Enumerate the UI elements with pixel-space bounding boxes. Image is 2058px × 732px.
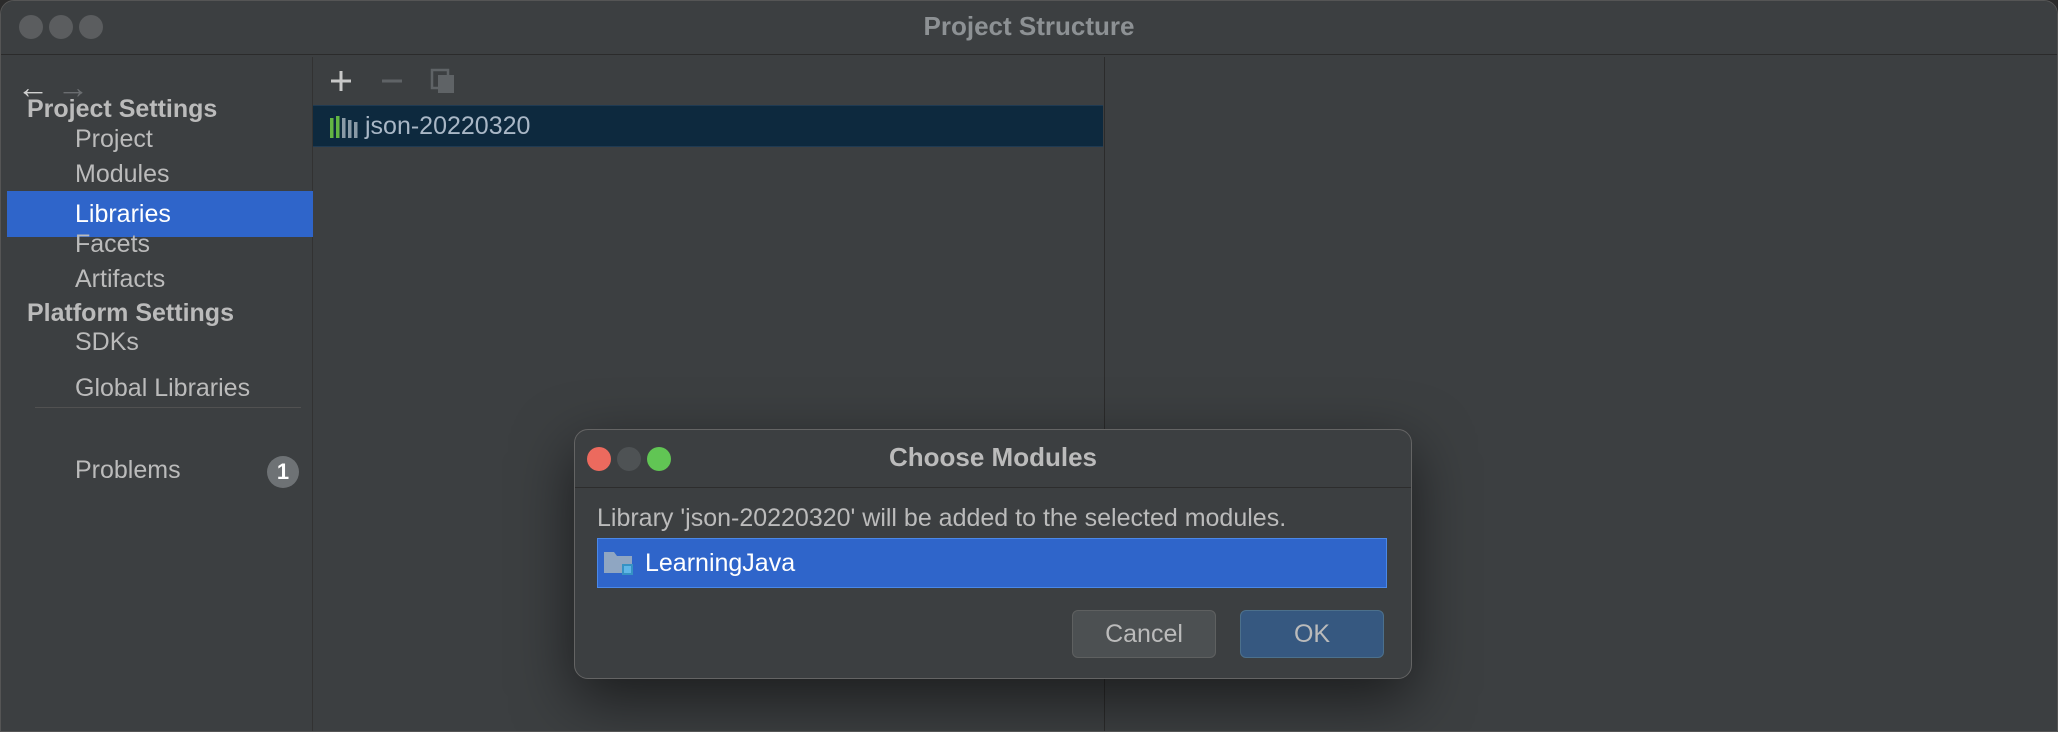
choose-modules-dialog: Choose Modules Library 'json-20220320' w…	[574, 429, 1412, 679]
copy-icon	[430, 68, 454, 93]
copy-library-button[interactable]	[425, 63, 461, 99]
plus-icon	[331, 71, 351, 91]
problems-count-badge: 1	[267, 456, 299, 488]
module-folder-icon	[604, 552, 633, 575]
library-name: json-20220320	[365, 112, 531, 140]
settings-sidebar: ← → Project Settings Project Modules Lib…	[7, 57, 313, 731]
module-name: LearningJava	[645, 549, 796, 577]
sidebar-item-problems[interactable]: Problems 1	[7, 447, 313, 493]
dialog-title: Choose Modules	[888, 442, 1097, 472]
library-row-json[interactable]: json-20220320	[313, 105, 1103, 147]
problems-label: Problems	[75, 456, 181, 484]
window-title: Project Structure	[923, 11, 1135, 41]
window-titlebar: Project Structure	[1, 1, 2057, 55]
sidebar-divider	[35, 407, 301, 408]
ok-button[interactable]: OK	[1240, 610, 1384, 658]
cancel-button[interactable]: Cancel	[1072, 610, 1216, 658]
sidebar-item-sdks[interactable]: SDKs	[7, 319, 313, 365]
remove-library-button[interactable]	[374, 63, 410, 99]
minus-icon	[382, 79, 402, 83]
sidebar-item-artifacts[interactable]: Artifacts	[7, 256, 313, 302]
sidebar-item-global-libraries[interactable]: Global Libraries	[7, 365, 313, 411]
library-icon	[330, 116, 358, 138]
dialog-titlebar: Choose Modules	[575, 430, 1411, 488]
add-library-button[interactable]	[323, 63, 359, 99]
module-row-learningjava[interactable]: LearningJava	[598, 539, 1386, 587]
module-list: LearningJava	[597, 538, 1387, 588]
project-structure-window: Project Structure ← → Project Settings P…	[0, 0, 2058, 732]
dialog-message: Library 'json-20220320' will be added to…	[597, 504, 1287, 532]
